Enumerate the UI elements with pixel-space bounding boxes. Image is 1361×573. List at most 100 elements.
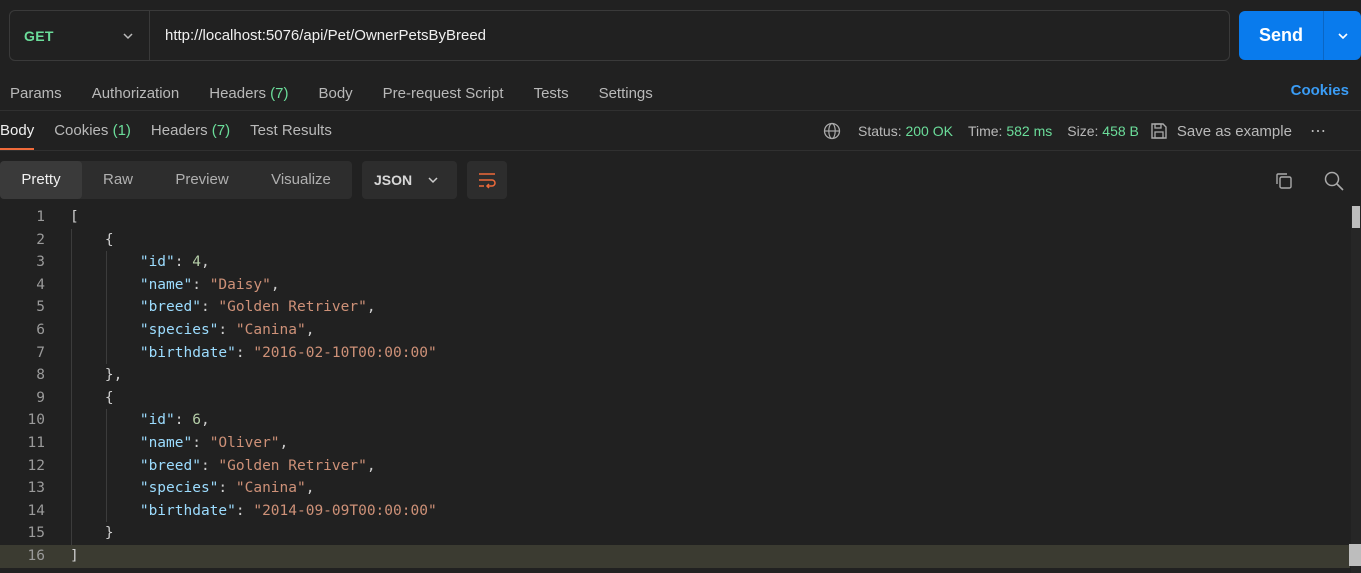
line-number: 7: [36, 344, 45, 361]
indent-guide: [106, 251, 107, 364]
code-text: ]: [70, 547, 79, 564]
line-number: 2: [36, 231, 45, 248]
chevron-down-icon: [1337, 32, 1348, 39]
tab-params[interactable]: Params: [10, 85, 62, 102]
view-raw-button[interactable]: Raw: [82, 161, 154, 199]
tab-count: (7): [211, 122, 231, 139]
response-tab-test-results[interactable]: Test Results: [250, 116, 332, 150]
tab-label: Test Results: [250, 122, 332, 139]
tab-label: Authorization: [91, 84, 180, 102]
response-tab-headers[interactable]: Headers (7): [151, 116, 230, 150]
vertical-scrollbar[interactable]: [1351, 206, 1361, 573]
tab-label: Cookies: [54, 122, 109, 139]
method-select[interactable]: GET: [10, 11, 150, 60]
chevron-down-icon: [123, 32, 133, 39]
more-options-icon[interactable]: ⋯: [1310, 121, 1327, 141]
tab-label: Params: [10, 84, 62, 102]
tab-tests[interactable]: Tests: [534, 85, 569, 102]
time-label: Time:: [967, 123, 1003, 139]
scrollbar-thumb[interactable]: [1352, 206, 1360, 228]
code-text: "id": 4,: [139, 254, 210, 271]
code-text: }: [70, 525, 114, 542]
code-line: 2 {: [0, 229, 1350, 252]
tab-body[interactable]: Body: [318, 85, 352, 102]
copy-icon[interactable]: [1274, 171, 1294, 191]
tab-label: Tests: [533, 84, 569, 102]
line-number: 9: [36, 389, 45, 406]
time-value[interactable]: 582 ms: [1006, 123, 1052, 139]
save-as-example-button[interactable]: Save as example: [1149, 121, 1292, 141]
tab-label: Settings: [598, 84, 653, 102]
tab-authorization[interactable]: Authorization: [92, 85, 180, 102]
line-number: 10: [27, 412, 45, 429]
tab-count: (7): [270, 84, 289, 102]
line-number: 6: [36, 321, 45, 338]
send-options-button[interactable]: [1324, 29, 1361, 43]
response-tab-cookies[interactable]: Cookies (1): [54, 116, 131, 150]
size-value[interactable]: 458 B: [1102, 123, 1139, 139]
chevron-down-icon: [428, 177, 438, 184]
code-line: 12 "breed": "Golden Retriver",: [0, 455, 1350, 478]
line-number: 15: [27, 525, 45, 542]
code-line: 13 "species": "Canina",: [0, 477, 1350, 500]
tab-label: Body: [318, 84, 353, 102]
request-bar: GET http://localhost:5076/api/Pet/OwnerP…: [9, 10, 1230, 61]
response-tabs: Body Cookies (1) Headers (7) Test Results: [0, 116, 352, 150]
code-text: "birthdate": "2016-02-10T00:00:00": [139, 344, 437, 361]
code-line: 15 }: [0, 522, 1350, 545]
send-button[interactable]: Send: [1239, 11, 1361, 60]
size-label: Size:: [1067, 123, 1099, 139]
code-line: 10 "id": 6,: [0, 409, 1350, 432]
code-text: "breed": "Golden Retriver",: [139, 299, 376, 316]
method-label: GET: [24, 27, 54, 44]
format-label: JSON: [374, 172, 413, 188]
tab-headers[interactable]: Headers (7): [209, 85, 288, 102]
line-number: 8: [36, 367, 45, 384]
indent-guide: [106, 409, 107, 522]
tab-pre-request-script[interactable]: Pre-request Script: [383, 85, 504, 102]
url-input[interactable]: http://localhost:5076/api/Pet/OwnerPetsB…: [150, 27, 486, 44]
view-visualize-button[interactable]: Visualize: [250, 161, 352, 199]
line-number: 12: [27, 457, 45, 474]
code-line: 11 "name": "Oliver",: [0, 432, 1350, 455]
cookies-link[interactable]: Cookies: [1291, 82, 1349, 99]
view-pretty-button[interactable]: Pretty: [0, 161, 82, 199]
view-preview-button[interactable]: Preview: [154, 161, 250, 199]
view-mode-selector: Pretty Raw Preview Visualize: [0, 161, 352, 199]
response-tab-body[interactable]: Body: [0, 116, 35, 150]
line-number: 5: [36, 299, 45, 316]
scrollbar-marker: [1349, 544, 1361, 566]
divider: [0, 110, 1361, 111]
code-text: "name": "Oliver",: [139, 434, 289, 451]
code-text: {: [70, 389, 114, 406]
search-icon[interactable]: [1323, 170, 1345, 192]
indent-guide: [71, 229, 72, 545]
code-line: 4 "name": "Daisy",: [0, 274, 1350, 297]
response-body-editor[interactable]: 1[2 {3 "id": 4, 4 "name": "Daisy", 5 "bree…: [0, 206, 1350, 573]
tab-label: Body: [0, 122, 35, 139]
code-text: "name": "Daisy",: [139, 276, 280, 293]
tab-label: Pre-request Script: [382, 84, 504, 102]
response-status-bar: Status: 200 OK Time: 582 ms Size: 458 B …: [822, 120, 1327, 142]
request-tabs: Params Authorization Headers (7) Body Pre-re…: [0, 76, 1361, 110]
line-number: 3: [36, 254, 45, 271]
format-select[interactable]: JSON: [362, 161, 457, 199]
line-number: 11: [27, 434, 45, 451]
code-line: 6 "species": "Canina",: [0, 319, 1350, 342]
code-text: },: [70, 367, 123, 384]
status-value[interactable]: 200 OK: [905, 123, 952, 139]
code-line: 16]: [0, 544, 1350, 568]
line-number: 14: [27, 502, 45, 519]
code-line: 9 {: [0, 387, 1350, 410]
line-number: 16: [27, 547, 45, 564]
code-line: 3 "id": 4,: [0, 251, 1350, 274]
line-number: 4: [36, 276, 45, 293]
tab-label: Headers: [150, 122, 208, 139]
globe-icon[interactable]: [822, 121, 842, 141]
code-text: "breed": "Golden Retriver",: [139, 457, 376, 474]
wrap-lines-button[interactable]: [467, 161, 507, 199]
line-number: 13: [27, 480, 45, 497]
code-line: 14 "birthdate": "2014-09-09T00:00:00": [0, 500, 1350, 523]
code-text: "id": 6,: [139, 412, 210, 429]
tab-settings[interactable]: Settings: [599, 85, 653, 102]
